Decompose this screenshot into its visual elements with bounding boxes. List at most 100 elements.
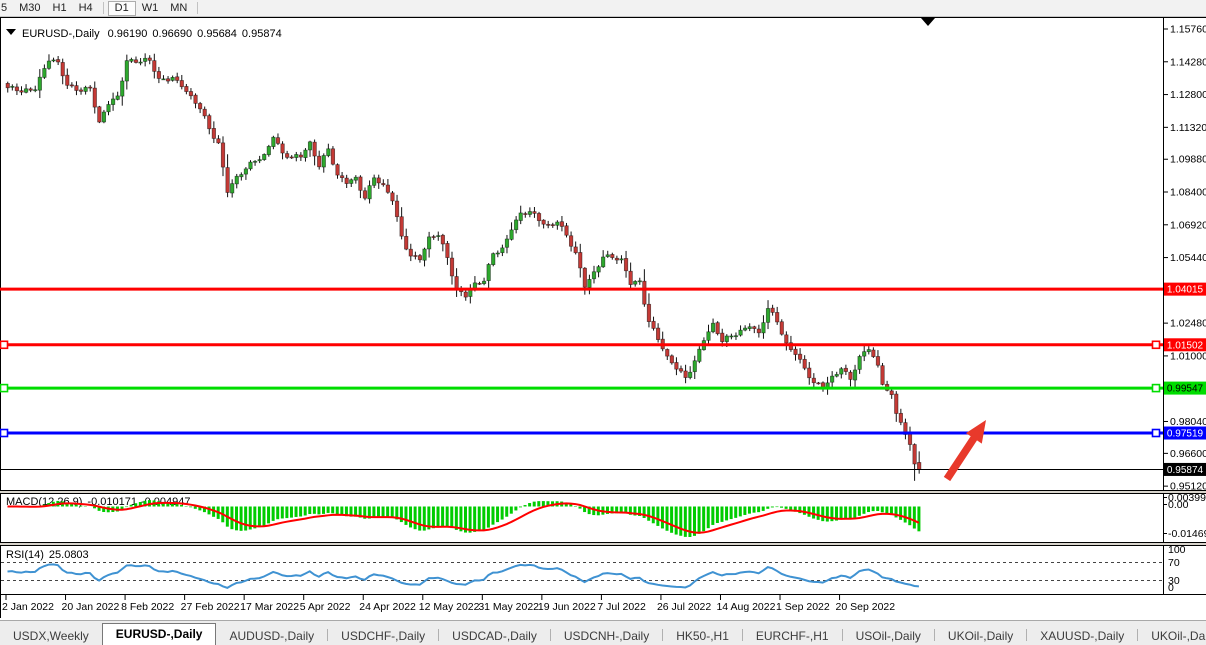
hline-handle[interactable] xyxy=(1,385,8,392)
candle-body xyxy=(253,161,257,162)
candle-body xyxy=(185,86,189,91)
price-axis[interactable]: 1.157601.142801.128001.113201.098801.084… xyxy=(1163,24,1206,493)
candle-body xyxy=(698,349,702,361)
candle-body xyxy=(299,155,303,157)
candle-body xyxy=(354,177,358,180)
candle-body xyxy=(102,112,106,122)
candle-body xyxy=(844,368,848,371)
candle-body xyxy=(730,336,734,337)
candle-body xyxy=(597,267,601,272)
hline-handle[interactable] xyxy=(1153,341,1160,348)
price-axis-tick-label: 0.95120 xyxy=(1170,481,1206,493)
candle-body xyxy=(427,237,431,249)
candle-body xyxy=(592,272,596,279)
price-axis-tick-label: 1.02480 xyxy=(1170,318,1206,330)
candle-body xyxy=(391,193,395,201)
candle-body xyxy=(666,349,670,356)
tab-usdchf-daily[interactable]: USDCHF-,Daily xyxy=(328,626,438,645)
candle-body xyxy=(455,277,459,289)
candle-body xyxy=(230,184,234,193)
candle-body xyxy=(336,165,340,175)
candle-body xyxy=(395,201,399,217)
hline-handle[interactable] xyxy=(1153,385,1160,392)
candle-body xyxy=(372,178,376,186)
candle-body xyxy=(20,91,24,92)
tab-audusd-daily[interactable]: AUDUSD-,Daily xyxy=(216,626,327,645)
hline-price-badge-label: 1.04015 xyxy=(1167,285,1204,296)
tab-usdcnh-daily[interactable]: USDCNH-,Daily xyxy=(551,626,662,645)
candle-body xyxy=(350,180,354,184)
candle-body xyxy=(130,59,134,61)
candle-body xyxy=(881,366,885,385)
hline-handle[interactable] xyxy=(1,430,8,437)
candle-body xyxy=(317,156,321,167)
candle-body xyxy=(620,259,624,260)
hline-handle[interactable] xyxy=(1153,430,1160,437)
candle-body xyxy=(327,149,331,156)
candle-body xyxy=(322,156,326,168)
candle-body xyxy=(606,255,610,257)
bid-price-badge-label: 0.95874 xyxy=(1167,465,1204,476)
candle-body xyxy=(180,80,184,86)
candle-body xyxy=(111,99,115,105)
tab-usdx-weekly[interactable]: USDX,Weekly xyxy=(0,626,102,645)
candle-body xyxy=(61,62,65,75)
candle-body xyxy=(6,83,10,87)
candle-body xyxy=(899,413,903,422)
tab-usdcad-daily[interactable]: USDCAD-,Daily xyxy=(439,626,550,645)
chart-plot-area[interactable] xyxy=(0,17,1206,618)
tab-eurusd-daily[interactable]: EURUSD-,Daily xyxy=(102,623,217,645)
date-axis-tick-label: 2 Jan 2022 xyxy=(2,601,54,613)
date-axis-tick-label: 14 Aug 2022 xyxy=(716,601,775,613)
candle-body xyxy=(556,222,560,225)
candle-body xyxy=(304,150,308,158)
tab-eurchf-h1[interactable]: EURCHF-,H1 xyxy=(743,626,842,645)
tab-hk50-h1[interactable]: HK50-,H1 xyxy=(663,626,742,645)
candle-body xyxy=(501,248,505,253)
price-axis-tick-label: 0.98040 xyxy=(1170,416,1206,428)
candle-body xyxy=(414,256,418,257)
candle-body xyxy=(290,157,294,158)
candle-body xyxy=(340,176,344,178)
candle-body xyxy=(551,225,555,226)
candle-body xyxy=(633,281,637,284)
candle-body xyxy=(491,254,495,265)
price-axis-tick-label: 1.06920 xyxy=(1170,219,1206,231)
candle-body xyxy=(464,292,468,297)
candle-body xyxy=(542,220,546,224)
candle-body xyxy=(38,77,42,90)
panel-splitter[interactable] xyxy=(0,543,1206,545)
candle-body xyxy=(707,332,711,341)
candle-body xyxy=(803,359,807,368)
tab-ukoil-daily[interactable]: UKOil-,Daily xyxy=(935,626,1026,645)
candle-body xyxy=(359,177,363,190)
candle-body xyxy=(766,308,770,322)
candle-body xyxy=(189,91,193,95)
candle-body xyxy=(272,137,276,146)
date-axis-tick-label: 1 Sep 2022 xyxy=(776,601,830,613)
candle-body xyxy=(208,116,212,129)
hline-handle[interactable] xyxy=(1,341,8,348)
tab-ukoil-da[interactable]: UKOil-,Da xyxy=(1138,626,1206,645)
hline-price-badge-label: 0.97519 xyxy=(1167,429,1204,440)
candle-body xyxy=(688,372,692,377)
candle-body xyxy=(29,89,33,90)
date-axis-tick-label: 20 Sep 2022 xyxy=(836,601,896,613)
candle-body xyxy=(93,88,97,107)
date-axis-tick-label: 24 Apr 2022 xyxy=(359,601,416,613)
candle-body xyxy=(382,183,386,184)
panel-splitter[interactable] xyxy=(0,491,1206,493)
candle-body xyxy=(908,434,912,444)
candle-body xyxy=(143,58,147,61)
candle-body xyxy=(579,252,583,268)
chart-canvas[interactable]: MACD(12,26,9)-0.010171-0.004947 1.157601… xyxy=(0,0,1206,620)
hline-price-badge-label: 1.01502 xyxy=(1167,340,1204,351)
tab-usoil-daily[interactable]: USOil-,Daily xyxy=(843,626,934,645)
candle-body xyxy=(221,143,225,167)
mt4-window: 5M30H1H4D1W1MN MACD(12,26,9)-0.010171-0.… xyxy=(0,0,1206,645)
tab-xauusd-daily[interactable]: XAUUSD-,Daily xyxy=(1027,626,1137,645)
candle-body xyxy=(478,283,482,284)
candle-body xyxy=(588,279,592,287)
candle-body xyxy=(565,226,569,235)
hline-price-badge-label: 0.99547 xyxy=(1167,384,1204,395)
